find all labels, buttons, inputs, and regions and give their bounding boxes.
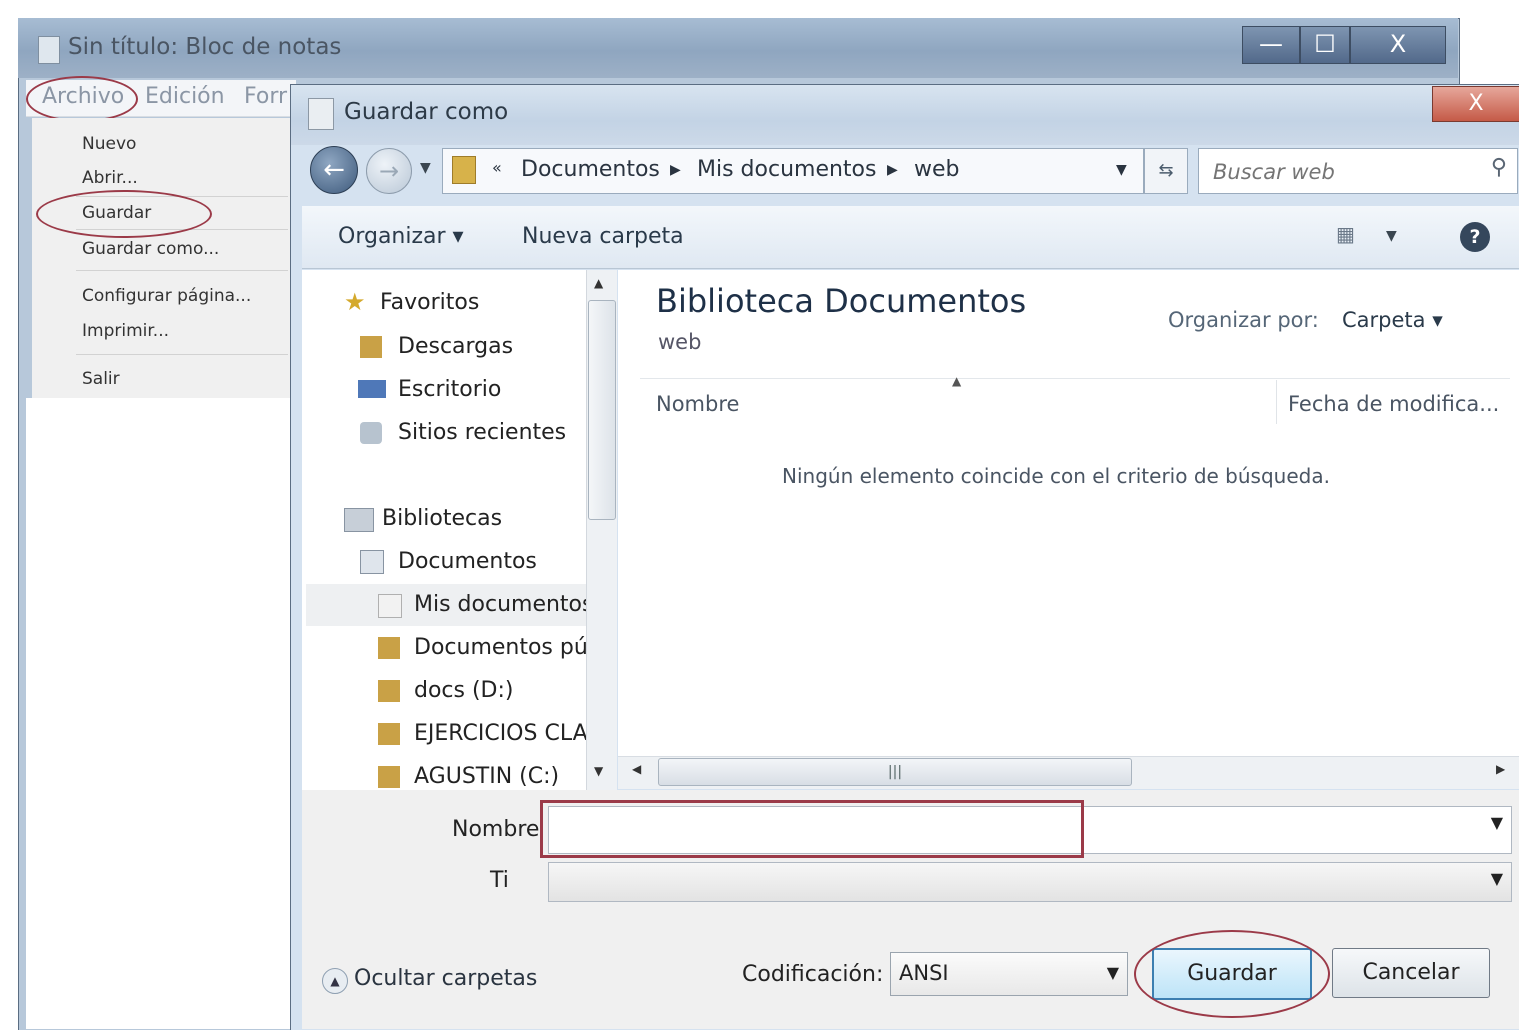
- search-icon[interactable]: ⚲: [1491, 155, 1507, 180]
- scroll-left-icon[interactable]: ◀: [632, 762, 641, 776]
- chevron-right-icon[interactable]: ▶: [670, 162, 681, 178]
- save-highlight-circle: [1134, 930, 1330, 1018]
- star-icon: ★: [344, 288, 366, 316]
- file-name-label: Nombre: [452, 817, 540, 842]
- library-title: Biblioteca Documentos: [656, 282, 1027, 320]
- sort-ascending-icon: ▲: [952, 374, 962, 388]
- breadcrumb-overflow[interactable]: «: [492, 158, 502, 177]
- documents-library-icon: [360, 550, 384, 574]
- archivo-highlight-circle: [26, 76, 138, 122]
- nav-escritorio[interactable]: Escritorio: [398, 377, 501, 402]
- arrange-by-dropdown[interactable]: Carpeta ▾: [1342, 308, 1443, 332]
- encoding-dropdown-icon[interactable]: ▼: [1107, 963, 1119, 982]
- folder-icon: [378, 637, 400, 659]
- library-subtitle: web: [658, 330, 702, 354]
- views-dropdown-icon[interactable]: ▼: [1386, 228, 1397, 244]
- new-folder-button[interactable]: Nueva carpeta: [522, 224, 684, 249]
- folder-icon: [378, 680, 400, 702]
- menu-item-imprimir[interactable]: Imprimir...: [82, 321, 169, 341]
- downloads-folder-icon: [360, 336, 382, 358]
- breadcrumb-mis-documentos[interactable]: Mis documentos: [697, 157, 876, 182]
- arrange-by-label: Organizar por:: [1168, 308, 1319, 332]
- file-type-label: Ti: [490, 868, 509, 893]
- recent-places-icon: [360, 422, 382, 444]
- file-type-select[interactable]: ▼: [548, 862, 1512, 902]
- notepad-close-button[interactable]: X: [1350, 26, 1446, 64]
- notepad-icon: [38, 36, 60, 64]
- forward-arrow-icon[interactable]: →: [366, 148, 412, 194]
- breadcrumb-web[interactable]: web: [914, 157, 960, 182]
- nav-favoritos[interactable]: Favoritos: [380, 290, 479, 315]
- guardar-highlight-circle: [36, 190, 212, 238]
- nav-documentos[interactable]: Documentos: [398, 549, 537, 574]
- dialog-close-button[interactable]: X: [1432, 86, 1519, 122]
- encoding-value: ANSI: [899, 961, 949, 985]
- nav-scroll-thumb[interactable]: [588, 300, 616, 520]
- file-name-highlight-box: [540, 800, 1084, 858]
- encoding-select[interactable]: ANSI ▼: [890, 952, 1128, 996]
- menu-item-salir[interactable]: Salir: [82, 369, 120, 389]
- nav-documentos-publicos[interactable]: Documentos pú: [414, 635, 588, 660]
- menu-item-guardar-como[interactable]: Guardar como...: [82, 239, 219, 259]
- notepad-text-area[interactable]: [26, 398, 294, 1029]
- column-divider[interactable]: [1276, 380, 1277, 424]
- search-input[interactable]: [1211, 157, 1475, 187]
- file-name-dropdown-icon[interactable]: ▼: [1491, 813, 1503, 832]
- address-dropdown-icon[interactable]: ▼: [1116, 162, 1127, 178]
- nav-bibliotecas[interactable]: Bibliotecas: [382, 506, 502, 531]
- dialog-icon: [308, 98, 334, 130]
- folder-icon: [378, 723, 400, 745]
- scroll-right-icon[interactable]: ▶: [1496, 762, 1505, 776]
- chevron-down-icon[interactable]: ▼: [420, 160, 431, 176]
- nav-sitios-recientes[interactable]: Sitios recientes: [398, 420, 566, 445]
- breadcrumb-documentos[interactable]: Documentos: [521, 157, 660, 182]
- nav-agustin-c[interactable]: AGUSTIN (C:): [414, 764, 559, 789]
- organize-button[interactable]: Organizar ▾: [338, 224, 464, 249]
- column-header-fecha[interactable]: Fecha de modifica...: [1288, 392, 1499, 416]
- cancel-button[interactable]: Cancelar: [1332, 948, 1490, 998]
- scroll-down-icon[interactable]: ▼: [594, 764, 603, 778]
- scroll-up-icon[interactable]: ▲: [594, 276, 603, 290]
- back-arrow-icon[interactable]: ←: [310, 146, 358, 194]
- menu-separator: [76, 354, 288, 355]
- desktop-icon: [358, 380, 386, 398]
- nav-docs-d[interactable]: docs (D:): [414, 678, 514, 703]
- menu-formato[interactable]: Forr: [244, 84, 287, 109]
- refresh-icon[interactable]: ⇆: [1144, 148, 1188, 194]
- nav-mis-documentos[interactable]: Mis documentos: [414, 592, 586, 617]
- menu-item-abrir[interactable]: Abrir...: [82, 168, 138, 188]
- nav-ejercicios[interactable]: EJERCICIOS CLA: [414, 721, 588, 746]
- collapse-icon[interactable]: ▲: [322, 968, 348, 994]
- libraries-icon: [344, 508, 374, 532]
- chevron-right-icon[interactable]: ▶: [887, 162, 898, 178]
- dialog-title: Guardar como: [344, 99, 509, 125]
- nav-descargas[interactable]: Descargas: [398, 334, 513, 359]
- file-list-pane[interactable]: [618, 270, 1519, 758]
- file-type-dropdown-icon[interactable]: ▼: [1491, 869, 1503, 888]
- horizontal-scroll-thumb[interactable]: |||: [658, 758, 1132, 786]
- empty-results-message: Ningún elemento coincide con el criterio…: [782, 464, 1330, 488]
- help-icon[interactable]: ?: [1460, 222, 1490, 252]
- menu-item-nuevo[interactable]: Nuevo: [82, 134, 136, 154]
- menu-edicion[interactable]: Edición: [145, 84, 225, 109]
- folder-icon: [378, 594, 402, 618]
- views-icon[interactable]: ▦: [1336, 222, 1366, 248]
- minimize-button[interactable]: —: [1242, 26, 1300, 64]
- encoding-label: Codificación:: [742, 962, 884, 987]
- menu-separator: [76, 270, 288, 271]
- folder-icon: [452, 156, 476, 184]
- hide-folders-button[interactable]: Ocultar carpetas: [354, 966, 537, 991]
- column-header-nombre[interactable]: Nombre: [656, 392, 739, 416]
- notepad-title: Sin título: Bloc de notas: [68, 34, 342, 60]
- folder-icon: [378, 766, 400, 788]
- menu-item-configurar-pagina[interactable]: Configurar página...: [82, 286, 251, 306]
- maximize-button[interactable]: ☐: [1300, 26, 1350, 64]
- search-box[interactable]: ⚲: [1198, 148, 1518, 194]
